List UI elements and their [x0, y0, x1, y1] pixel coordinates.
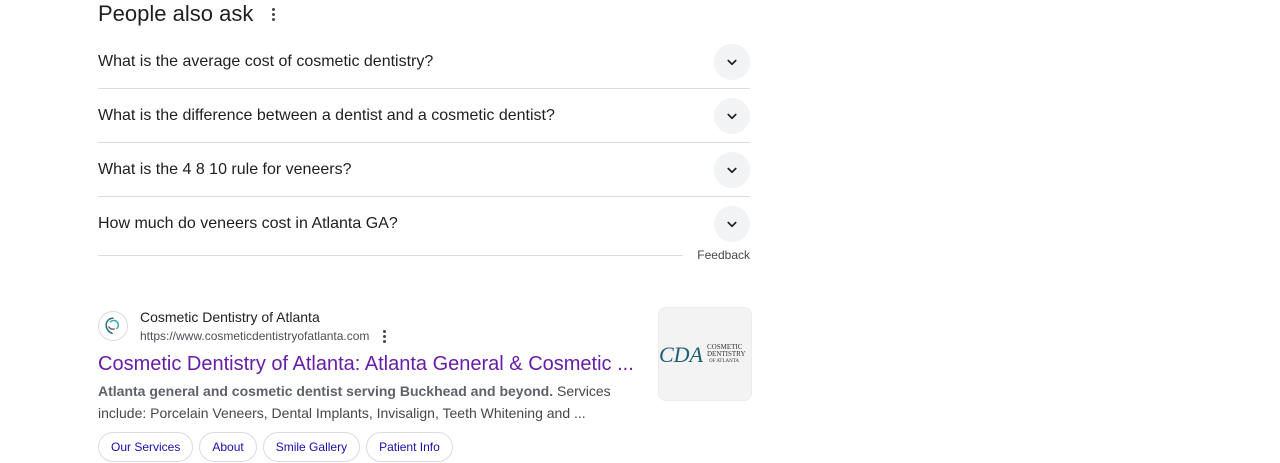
people-also-ask-list: What is the average cost of cosmetic den…: [98, 35, 750, 250]
chevron-down-icon[interactable]: [714, 43, 750, 80]
divider: [98, 254, 684, 256]
result-site-row: Cosmetic Dentistry of Atlanta https://ww…: [98, 306, 750, 346]
sitelink-about[interactable]: About: [199, 432, 257, 462]
people-also-ask-title: People also ask: [98, 1, 254, 26]
chevron-down-icon[interactable]: [714, 205, 750, 242]
paa-question-text: What is the 4 8 10 rule for veneers?: [98, 160, 352, 178]
result-more-options-icon[interactable]: [377, 328, 391, 344]
result-url-row: https://www.cosmeticdentistryofatlanta.c…: [140, 327, 391, 345]
cda-logo-image: CDA COSMETIC DENTISTRY OF ATLANTA: [659, 342, 746, 367]
chevron-down-icon[interactable]: [714, 97, 750, 134]
paa-question-text: What is the average cost of cosmetic den…: [98, 52, 434, 70]
paa-feedback-row: Feedback: [98, 246, 750, 264]
sitelink-chips: Our Services About Smile Gallery Patient…: [98, 432, 453, 462]
result-site-info: Cosmetic Dentistry of Atlanta https://ww…: [140, 307, 391, 345]
sitelink-patient-info[interactable]: Patient Info: [366, 432, 453, 462]
snippet-bold-text: Atlanta general and cosmetic dentist ser…: [98, 383, 554, 399]
tooth-logo-icon[interactable]: [98, 311, 128, 341]
sitelink-smile-gallery[interactable]: Smile Gallery: [262, 432, 361, 462]
search-results-page: People also ask What is the average cost…: [0, 0, 1280, 463]
paa-question-text: What is the difference between a dentist…: [98, 106, 555, 124]
paa-question-1[interactable]: What is the average cost of cosmetic den…: [98, 35, 750, 89]
search-result: Cosmetic Dentistry of Atlanta https://ww…: [98, 306, 752, 462]
paa-question-4[interactable]: How much do veneers cost in Atlanta GA?: [98, 197, 750, 250]
feedback-link[interactable]: Feedback: [697, 248, 750, 262]
result-snippet: Atlanta general and cosmetic dentist ser…: [98, 380, 638, 424]
result-site-name[interactable]: Cosmetic Dentistry of Atlanta: [140, 307, 391, 327]
result-title-link[interactable]: Cosmetic Dentistry of Atlanta: Atlanta G…: [98, 351, 634, 377]
result-url[interactable]: https://www.cosmeticdentistryofatlanta.c…: [140, 327, 369, 345]
logo-line-3: OF ATLANTA: [709, 359, 739, 364]
result-thumbnail[interactable]: CDA COSMETIC DENTISTRY OF ATLANTA: [658, 307, 752, 401]
paa-question-text: How much do veneers cost in Atlanta GA?: [98, 214, 398, 232]
paa-question-3[interactable]: What is the 4 8 10 rule for veneers?: [98, 143, 750, 197]
sitelink-our-services[interactable]: Our Services: [98, 432, 194, 462]
people-also-ask-header: People also ask: [98, 0, 283, 28]
logo-line-2: DENTISTRY: [707, 350, 746, 358]
logo-initials: CDA: [659, 342, 704, 367]
paa-more-options-icon[interactable]: [263, 4, 283, 24]
chevron-down-icon[interactable]: [714, 151, 750, 188]
paa-question-2[interactable]: What is the difference between a dentist…: [98, 89, 750, 143]
